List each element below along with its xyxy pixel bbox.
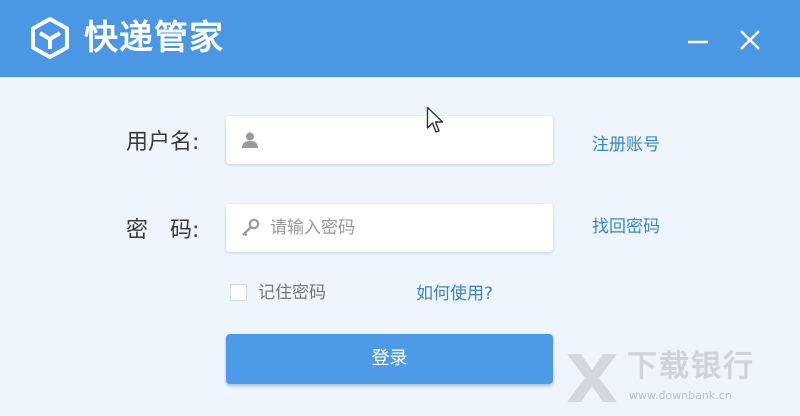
- how-to-use-link[interactable]: 如何使用?: [416, 282, 493, 306]
- downbank-logo-icon: [567, 354, 617, 402]
- remember-password-checkbox[interactable]: [230, 284, 247, 301]
- watermark-name: 下载银行: [627, 349, 755, 384]
- watermark-url: www.downbank.cn: [629, 389, 732, 402]
- password-input[interactable]: [270, 204, 540, 252]
- watermark: 下载银行 www.downbank.cn: [565, 348, 795, 410]
- register-link[interactable]: 注册账号: [592, 133, 660, 157]
- app-title: 快递管家: [84, 18, 224, 58]
- username-input[interactable]: [270, 116, 540, 164]
- key-icon: [242, 218, 260, 237]
- username-field-container[interactable]: [226, 116, 553, 164]
- login-window: 快递管家 用户名: 注册账号 密 码: 找回密码 记住密码 如何使用? 登录 下…: [0, 0, 800, 416]
- remember-password-label[interactable]: 记住密码: [258, 281, 326, 305]
- minimize-icon[interactable]: [682, 24, 714, 56]
- login-button[interactable]: 登录: [226, 334, 553, 384]
- mouse-cursor-icon: [426, 106, 444, 133]
- password-label: 密 码:: [126, 218, 200, 243]
- close-icon[interactable]: [734, 24, 766, 56]
- title-bar[interactable]: 快递管家: [0, 0, 800, 77]
- forgot-password-link[interactable]: 找回密码: [592, 215, 660, 239]
- username-label: 用户名:: [126, 130, 200, 155]
- user-icon: [242, 132, 258, 148]
- password-field-container[interactable]: [226, 204, 553, 252]
- cube-logo-icon: [31, 17, 69, 59]
